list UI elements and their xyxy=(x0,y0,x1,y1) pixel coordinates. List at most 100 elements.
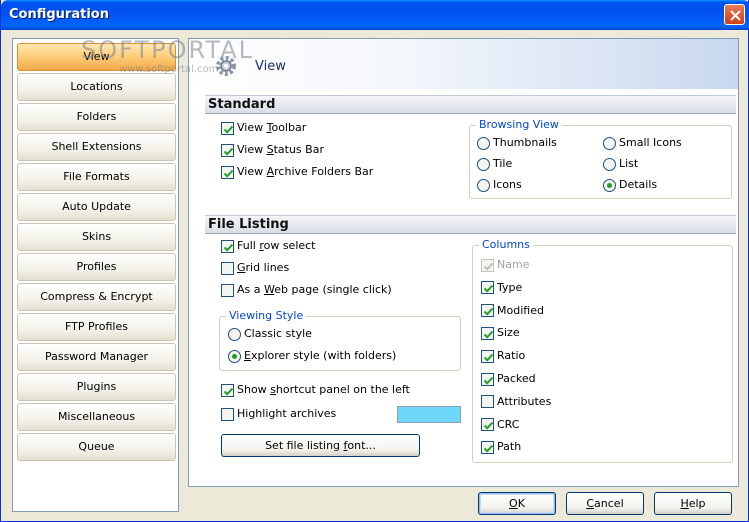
label-text: As a xyxy=(237,283,264,296)
checkbox-box[interactable] xyxy=(481,258,494,272)
cancel-button[interactable]: Cancel xyxy=(566,492,644,515)
checkbox-box[interactable] xyxy=(481,372,494,386)
browsing-view-details-radio[interactable]: Details xyxy=(603,178,657,194)
sidebar-item-plugins[interactable]: Plugins xyxy=(17,373,176,401)
checkbox-box[interactable] xyxy=(481,440,494,454)
checkbox-box[interactable] xyxy=(221,407,234,421)
option-label: Modified xyxy=(497,303,544,317)
column-ratio-checkbox[interactable]: Ratio xyxy=(481,349,525,365)
browsing-view-icons-radio[interactable]: Icons xyxy=(477,178,522,194)
option-label: Icons xyxy=(493,178,522,191)
sidebar-item-queue[interactable]: Queue xyxy=(17,433,176,461)
checkbox-box[interactable] xyxy=(221,121,234,135)
label-text: xplorer style (with folders) xyxy=(250,349,397,362)
sidebar-item-profiles[interactable]: Profiles xyxy=(17,253,176,281)
option-label: List xyxy=(619,157,639,170)
option-label: Full row select xyxy=(237,239,316,252)
checkbox-box[interactable] xyxy=(221,261,234,275)
sidebar-item-ftp-profiles[interactable]: FTP Profiles xyxy=(17,313,176,341)
radio-button[interactable] xyxy=(477,136,490,150)
checkbox-box[interactable] xyxy=(481,281,494,295)
option-label: Explorer style (with folders) xyxy=(244,349,396,362)
radio-button[interactable] xyxy=(603,178,616,192)
checkbox-box[interactable] xyxy=(221,143,234,157)
full-row-select-checkbox[interactable]: Full row select xyxy=(221,239,316,255)
browsing-view-legend: Browsing View xyxy=(476,118,562,131)
checkbox-box[interactable] xyxy=(481,395,494,409)
browsing-view-group: Browsing View Thumbnails Small Icons Tile L… xyxy=(469,118,732,199)
label-text: View xyxy=(237,143,267,156)
checkmark-icon xyxy=(223,387,234,396)
watermark-logo: SOFTPORTAL xyxy=(81,36,255,64)
ok-button[interactable]: OK xyxy=(478,492,556,515)
sidebar-item-auto-update[interactable]: Auto Update xyxy=(17,193,176,221)
radio-button[interactable] xyxy=(228,327,241,341)
sidebar-item-folders[interactable]: Folders xyxy=(17,103,176,131)
category-sidebar: View Locations Folders Shell Extensions File… xyxy=(12,38,179,512)
checkbox-box[interactable] xyxy=(221,165,234,179)
column-packed-checkbox[interactable]: Packed xyxy=(481,372,536,388)
option-label: Size xyxy=(497,326,520,340)
browsing-view-thumbnails-radio[interactable]: Thumbnails xyxy=(477,136,557,152)
classic-style-radio[interactable]: Classic style xyxy=(228,327,312,343)
option-label: Classic style xyxy=(244,327,312,340)
browsing-view-tile-radio[interactable]: Tile xyxy=(477,157,512,173)
grid-lines-checkbox[interactable]: Grid lines xyxy=(221,261,289,277)
checkmark-icon xyxy=(223,125,234,134)
radio-button[interactable] xyxy=(228,349,241,363)
help-button[interactable]: Help xyxy=(654,492,732,515)
sidebar-item-miscellaneous[interactable]: Miscellaneous xyxy=(17,403,176,431)
checkmark-icon xyxy=(223,147,234,156)
sidebar-item-password-manager[interactable]: Password Manager xyxy=(17,343,176,371)
column-crc-checkbox[interactable]: CRC xyxy=(481,418,519,434)
close-button[interactable] xyxy=(724,4,745,25)
checkbox-box[interactable] xyxy=(481,349,494,363)
label-access-key: G xyxy=(237,261,246,274)
explorer-style-radio[interactable]: Explorer style (with folders) xyxy=(228,349,396,365)
column-path-checkbox[interactable]: Path xyxy=(481,440,521,456)
highlight-color-swatch[interactable] xyxy=(397,406,461,423)
button-text: elp xyxy=(688,497,706,510)
checkmark-icon xyxy=(483,353,494,362)
checkbox-box[interactable] xyxy=(221,239,234,253)
column-size-checkbox[interactable]: Size xyxy=(481,326,520,342)
set-font-button[interactable]: Set file listing font... xyxy=(221,434,420,457)
button-access-key: C xyxy=(586,497,595,510)
option-label: View Archive Folders Bar xyxy=(237,165,373,178)
standard-option-checkbox[interactable]: View Toolbar xyxy=(221,121,306,137)
option-label: Details xyxy=(619,178,658,191)
label-text: oolbar xyxy=(271,121,307,134)
highlight-archives-checkbox[interactable]: Highlight archives xyxy=(221,407,336,423)
sidebar-item-compress-encrypt[interactable]: Compress & Encrypt xyxy=(17,283,176,311)
radio-button[interactable] xyxy=(477,178,490,192)
label-text: hortcut panel on the left xyxy=(275,383,410,396)
sidebar-item-skins[interactable]: Skins xyxy=(17,223,176,251)
checkbox-box[interactable] xyxy=(481,326,494,340)
radio-button[interactable] xyxy=(603,136,616,150)
sidebar-item-shell-extensions[interactable]: Shell Extensions xyxy=(17,133,176,161)
option-label: CRC xyxy=(497,417,520,431)
radio-button[interactable] xyxy=(477,157,490,171)
column-modified-checkbox[interactable]: Modified xyxy=(481,304,544,320)
browsing-view-small-icons-radio[interactable]: Small Icons xyxy=(603,136,682,152)
option-label: Tile xyxy=(493,157,513,170)
checkbox-box[interactable] xyxy=(481,304,494,318)
option-label: Ratio xyxy=(497,349,526,363)
radio-button[interactable] xyxy=(603,157,616,171)
browsing-view-list-radio[interactable]: List xyxy=(603,157,638,173)
column-attributes-checkbox[interactable]: Attributes xyxy=(481,395,551,411)
columns-legend: Columns xyxy=(479,238,533,251)
label-access-key: A xyxy=(266,165,275,178)
checkbox-box[interactable] xyxy=(221,283,234,297)
shortcut-panel-checkbox[interactable]: Show shortcut panel on the left xyxy=(221,383,410,399)
column-type-checkbox[interactable]: Type xyxy=(481,281,522,297)
sidebar-item-locations[interactable]: Locations xyxy=(17,73,176,101)
title-bar[interactable]: Configuration xyxy=(1,0,749,30)
checkbox-box[interactable] xyxy=(481,418,494,432)
checkbox-box[interactable] xyxy=(221,383,234,397)
settings-panel: View Standard Browsing View Thumbnails Sm… xyxy=(188,38,739,487)
standard-option-checkbox[interactable]: View Status Bar xyxy=(221,143,324,159)
web-page-checkbox[interactable]: As a Web page (single click) xyxy=(221,283,392,299)
sidebar-item-file-formats[interactable]: File Formats xyxy=(17,163,176,191)
standard-option-checkbox[interactable]: View Archive Folders Bar xyxy=(221,165,373,181)
